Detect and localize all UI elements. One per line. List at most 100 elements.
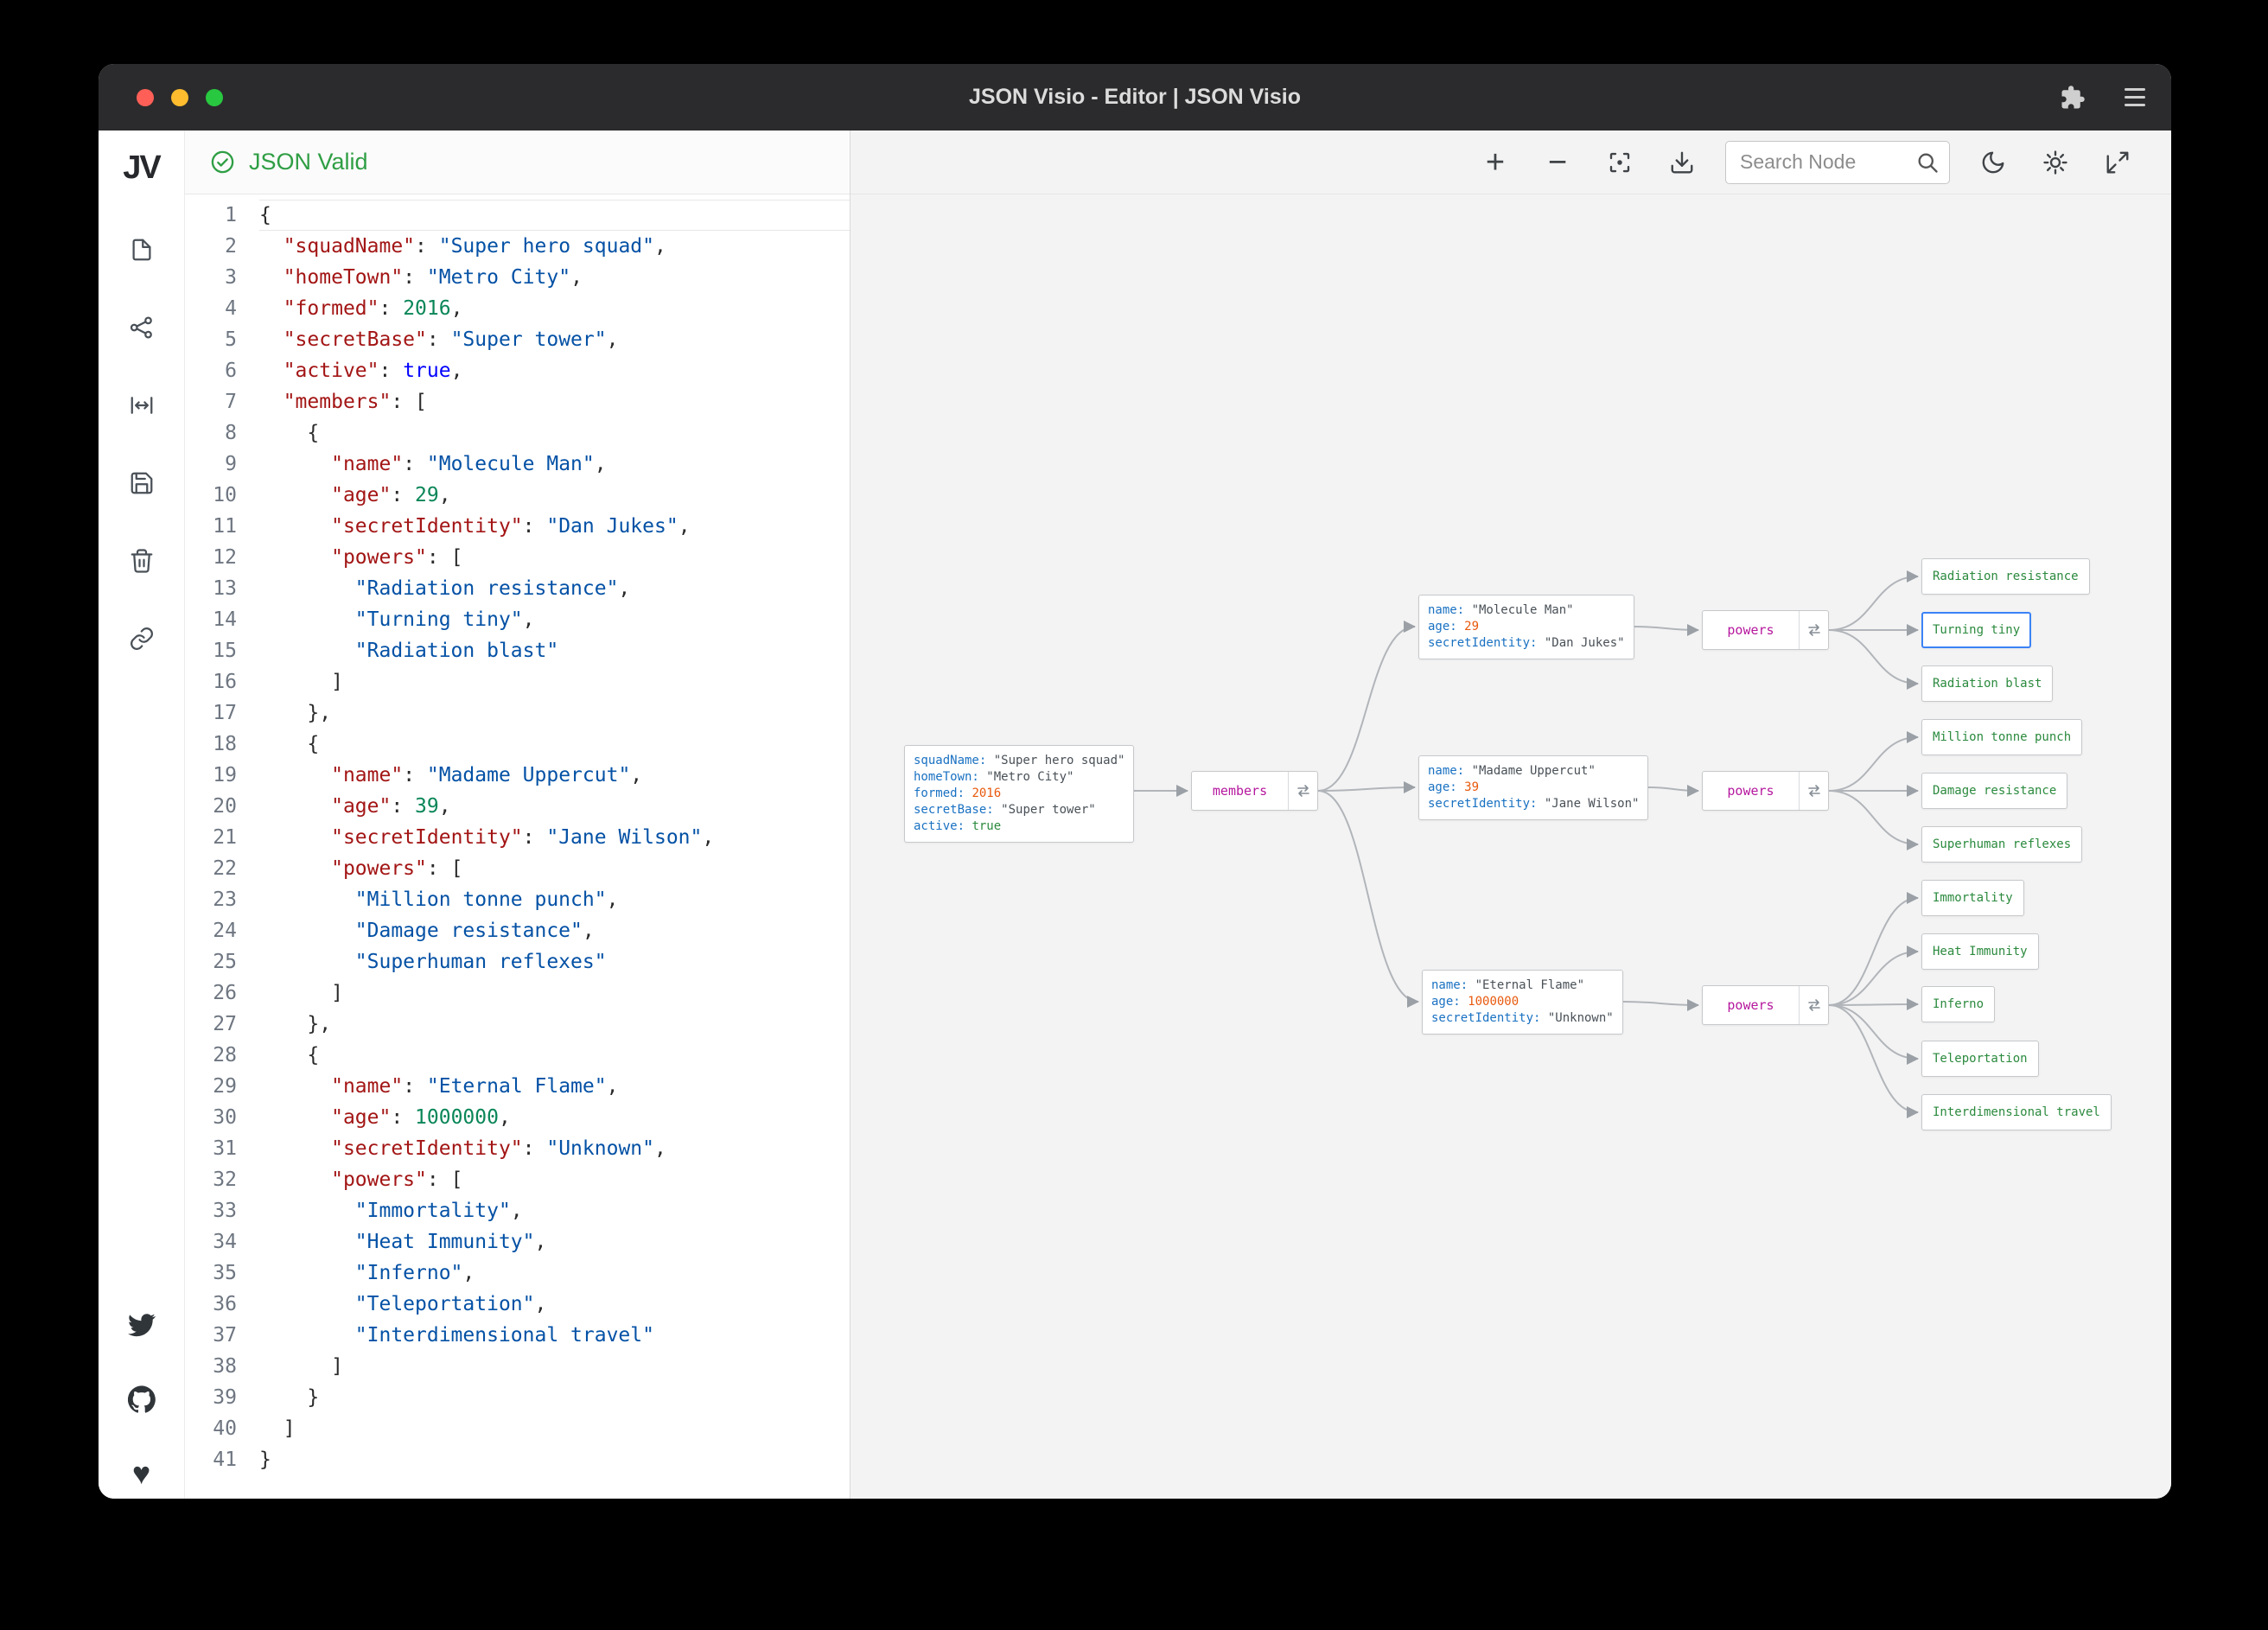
graph-node-powers[interactable]: powers [1702,771,1829,811]
extension-puzzle-icon[interactable] [2054,79,2092,117]
line-number: 16 [213,671,237,693]
code-line[interactable]: 38 ] [185,1351,850,1382]
code-line[interactable]: 20 "age": 39, [185,791,850,822]
code-line[interactable]: 15 "Radiation blast" [185,635,850,666]
line-number: 24 [213,920,237,942]
line-number: 28 [213,1044,237,1067]
code-line[interactable]: 36 "Teleportation", [185,1289,850,1320]
graph-node-members[interactable]: members [1191,771,1318,811]
graph-node-leaf[interactable]: Superhuman reflexes [1921,826,2083,863]
graph-view-icon[interactable] [127,313,156,342]
collapse-toggle-icon[interactable] [1799,611,1828,649]
new-document-icon[interactable] [127,235,156,264]
save-icon[interactable] [127,468,156,498]
sponsor-heart-icon[interactable]: ♥ [127,1458,156,1489]
theme-moon-icon[interactable] [1974,143,2012,181]
code-line[interactable]: 29 "name": "Eternal Flame", [185,1071,850,1102]
code-line[interactable]: 1{ [185,200,850,231]
line-number: 3 [225,266,237,289]
code-line[interactable]: 13 "Radiation resistance", [185,573,850,604]
settings-gear-icon[interactable] [2036,143,2074,181]
code-line[interactable]: 32 "powers": [ [185,1164,850,1195]
graph-node-leaf[interactable]: Teleportation [1921,1041,2039,1077]
twitter-icon[interactable] [127,1310,156,1340]
code-line[interactable]: 2 "squadName": "Super hero squad", [185,231,850,262]
line-number: 33 [213,1200,237,1222]
collapse-toggle-icon[interactable] [1799,986,1828,1024]
app-logo[interactable]: JV [123,150,162,187]
code-line[interactable]: 28 { [185,1040,850,1071]
collapse-toggle-icon[interactable] [1799,772,1828,810]
graph-node-object[interactable]: squadName: "Super hero squad" homeTown: "… [904,745,1135,843]
check-circle-icon [211,150,234,174]
graph-node-object[interactable]: name: "Molecule Man" age: 29 secretIdentit… [1418,595,1634,659]
code-line[interactable]: 3 "homeTown": "Metro City", [185,262,850,293]
share-link-icon[interactable] [127,624,156,653]
delete-icon[interactable] [127,546,156,576]
code-line[interactable]: 22 "powers": [ [185,853,850,884]
code-line[interactable]: 12 "powers": [ [185,542,850,573]
graph-node-leaf[interactable]: Radiation blast [1921,665,2054,702]
graph-node-leaf[interactable]: Interdimensional travel [1921,1094,2112,1130]
graph-node-object[interactable]: name: "Eternal Flame" age: 1000000 secretI… [1422,970,1623,1035]
code-line[interactable]: 35 "Inferno", [185,1258,850,1289]
code-line[interactable]: 21 "secretIdentity": "Jane Wilson", [185,822,850,853]
code-line[interactable]: 40 ] [185,1413,850,1444]
graph-node-leaf[interactable]: Turning tiny [1921,612,2032,648]
download-icon[interactable] [1663,143,1701,181]
code-line[interactable]: 18 { [185,729,850,760]
graph-node-leaf[interactable]: Radiation resistance [1921,558,2090,595]
code-line[interactable]: 30 "age": 1000000, [185,1102,850,1133]
code-line[interactable]: 33 "Immortality", [185,1195,850,1226]
code-line[interactable]: 25 "Superhuman reflexes" [185,946,850,977]
fit-width-icon[interactable] [127,391,156,420]
code-line[interactable]: 4 "formed": 2016, [185,293,850,324]
graph-node-leaf[interactable]: Heat Immunity [1921,933,2039,970]
code-line[interactable]: 8 { [185,417,850,449]
code-line[interactable]: 24 "Damage resistance", [185,915,850,946]
code-line[interactable]: 19 "name": "Madame Uppercut", [185,760,850,791]
center-focus-icon[interactable] [1601,143,1639,181]
code-line[interactable]: 14 "Turning tiny", [185,604,850,635]
fullscreen-icon[interactable] [2099,143,2137,181]
code-line[interactable]: 27 }, [185,1009,850,1040]
code-line[interactable]: 23 "Million tonne punch", [185,884,850,915]
code-line[interactable]: 17 }, [185,697,850,729]
code-line[interactable]: 11 "secretIdentity": "Dan Jukes", [185,511,850,542]
code-line[interactable]: 31 "secretIdentity": "Unknown", [185,1133,850,1164]
collapse-toggle-icon[interactable] [1288,772,1317,810]
graph-node-powers[interactable]: powers [1702,985,1829,1025]
graph-node-leaf[interactable]: Million tonne punch [1921,719,2083,755]
code-line[interactable]: 26 ] [185,977,850,1009]
code-line[interactable]: 9 "name": "Molecule Man", [185,449,850,480]
json-code-editor[interactable]: 1{2 "squadName": "Super hero squad", 3 "h… [185,194,850,1499]
code-line[interactable]: 37 "Interdimensional travel" [185,1320,850,1351]
code-line[interactable]: 41} [185,1444,850,1475]
graph-node-powers[interactable]: powers [1702,610,1829,650]
menu-icon[interactable] [2125,88,2145,106]
graph-node-object[interactable]: name: "Madame Uppercut" age: 39 secretIden… [1418,755,1649,820]
graph-panel[interactable]: squadName: "Super hero squad" homeTown: "… [850,131,2171,1499]
code-line[interactable]: 39 } [185,1382,850,1413]
graph-node-leaf[interactable]: Inferno [1921,986,1996,1022]
zoom-in-button[interactable]: + [1476,143,1514,181]
code-line[interactable]: 16 ] [185,666,850,697]
zoom-out-button[interactable]: − [1539,143,1577,181]
code-line[interactable]: 34 "Heat Immunity", [185,1226,850,1258]
line-number: 19 [213,764,237,786]
graph-node-leaf[interactable]: Damage resistance [1921,773,2068,809]
graph-node-leaf[interactable]: Immortality [1921,880,2024,916]
code-line[interactable]: 5 "secretBase": "Super tower", [185,324,850,355]
close-button[interactable] [137,88,154,106]
code-line[interactable]: 10 "age": 29, [185,480,850,511]
line-number: 27 [213,1013,237,1035]
line-number: 37 [213,1324,237,1347]
line-number: 7 [225,391,237,413]
search-icon[interactable] [1915,150,1940,175]
github-icon[interactable] [127,1385,156,1414]
zoom-button[interactable] [206,88,223,106]
code-line[interactable]: 7 "members": [ [185,386,850,417]
app-window: JSON Visio - Editor | JSON Visio JV ♥ JS… [99,64,2171,1499]
code-line[interactable]: 6 "active": true, [185,355,850,386]
minimize-button[interactable] [171,88,188,106]
